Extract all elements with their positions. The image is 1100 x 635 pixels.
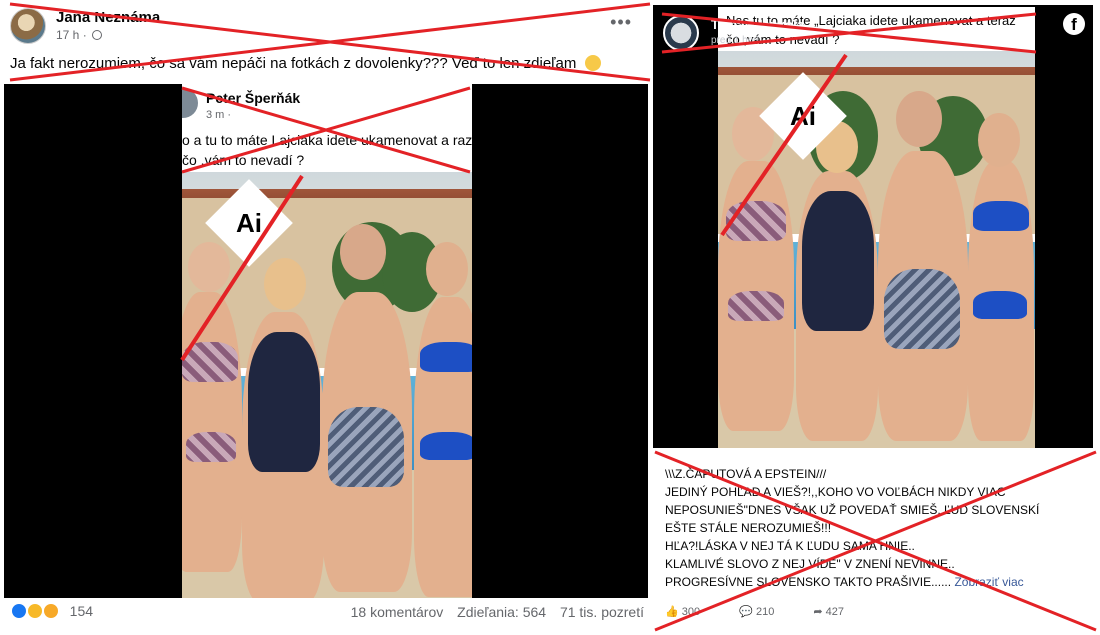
shared-screenshot: Nas tu to máte „Lajciaka idete ukamenova… [718,7,1035,448]
avatar[interactable] [10,8,46,44]
post-footer: 👍 300 💬 210 ➦ 427 [665,605,1085,618]
globe-icon [92,30,103,40]
left-post: Jana Neznáma 17 h · ••• Ja fakt nerozumi… [0,0,652,635]
post-time: 17 h · [56,28,103,42]
ai-badge-label: Ai [236,208,262,238]
caption-line: EŠTE STÁLE NEROZUMIEŠ!!! [665,521,832,535]
shares-count[interactable]: Zdieľania: 564 [457,604,546,620]
caption-line: \\\Z.ČAPUTOVÁ A EPSTEIN/// [665,467,827,481]
share-action[interactable]: ➦ 427 [813,606,862,618]
like-action[interactable]: 👍 300 [665,606,718,618]
post-header: Jana Neznáma 17 h · ••• [10,6,640,46]
right-post: Nas tu to máte „Lajciaka idete ukamenova… [653,5,1093,635]
caption-line: JEDINÝ POHĽAD A VIEŠ?!,,KOHO VO VOĽBÁCH … [665,485,1006,499]
post-time-label[interactable]: 17 h · [56,28,87,42]
author-name[interactable]: Tomáš Jankola [711,17,804,32]
caption-line: NEPOSUNIEŠ"DNES VŠAK UŽ POVEDAŤ SMIEŠ, Ľ… [665,503,1040,517]
post-text: Ja fakt nerozumiem, čo sa vám nepáči na … [10,55,601,72]
post-video[interactable]: Nas tu to máte „Lajciaka idete ukamenova… [653,5,1093,448]
post-stats: 18 komentárov Zdieľania: 564 71 tis. poz… [341,604,644,620]
comments-count: 210 [755,606,775,618]
caption-line: KLAMLIVÉ SLOVO Z NEJ VÍDE" V ZNENÍ NEVIN… [665,557,955,571]
comments-count[interactable]: 18 komentárov [351,604,444,620]
reactions-summary[interactable]: 154 [10,602,93,622]
post-caption: \\\Z.ČAPUTOVÁ A EPSTEIN/// JEDINÝ POHĽAD… [665,465,1085,591]
avatar[interactable] [663,15,699,51]
shared-post-header: Peter Šperňák 3 m · o a tu to máte Lajci… [182,84,472,172]
caption-line: HĽA?!LÁSKA V NEJ TÁ K ĽUDU SAMA HNIE.. [665,539,915,553]
see-more-link[interactable]: Zobraziť viac [954,575,1023,589]
likes-count: 300 [681,606,701,618]
shared-author-name: Peter Šperňák [206,90,301,106]
comment-action[interactable]: 💬 210 [739,606,792,618]
post-time: pred 1 hod. [711,35,762,46]
author-name[interactable]: Jana Neznáma [56,9,160,26]
shared-post-text: o a tu to máte Lajciaka idete ukamenovat… [182,132,472,168]
post-text-content: Ja fakt nerozumiem, čo sa vám nepáči na … [10,55,577,72]
reactions-count: 154 [69,603,94,620]
more-dots-icon[interactable]: ••• [610,12,632,33]
caption-line-text: PROGRESÍVNE SLOVENSKO TAKTO PRAŠIVIE....… [665,575,952,589]
post-video[interactable]: Peter Šperňák 3 m · o a tu to máte Lajci… [4,84,648,598]
views-count: 71 tis. pozretí [559,604,644,620]
grin-emoji-icon [584,55,601,71]
ai-badge-label: Ai [790,101,816,131]
facebook-logo-icon: f [1063,13,1085,35]
post-footer: 154 18 komentárov Zdieľania: 564 71 tis.… [10,600,644,626]
shares-count: 427 [825,606,845,618]
caption-line: PROGRESÍVNE SLOVENSKO TAKTO PRAŠIVIE....… [665,573,1085,591]
shared-screenshot: Peter Šperňák 3 m · o a tu to máte Lajci… [182,84,472,598]
wow-reaction-icon [41,602,60,621]
shared-post-time: 3 m · [206,109,232,121]
avatar [182,88,198,118]
